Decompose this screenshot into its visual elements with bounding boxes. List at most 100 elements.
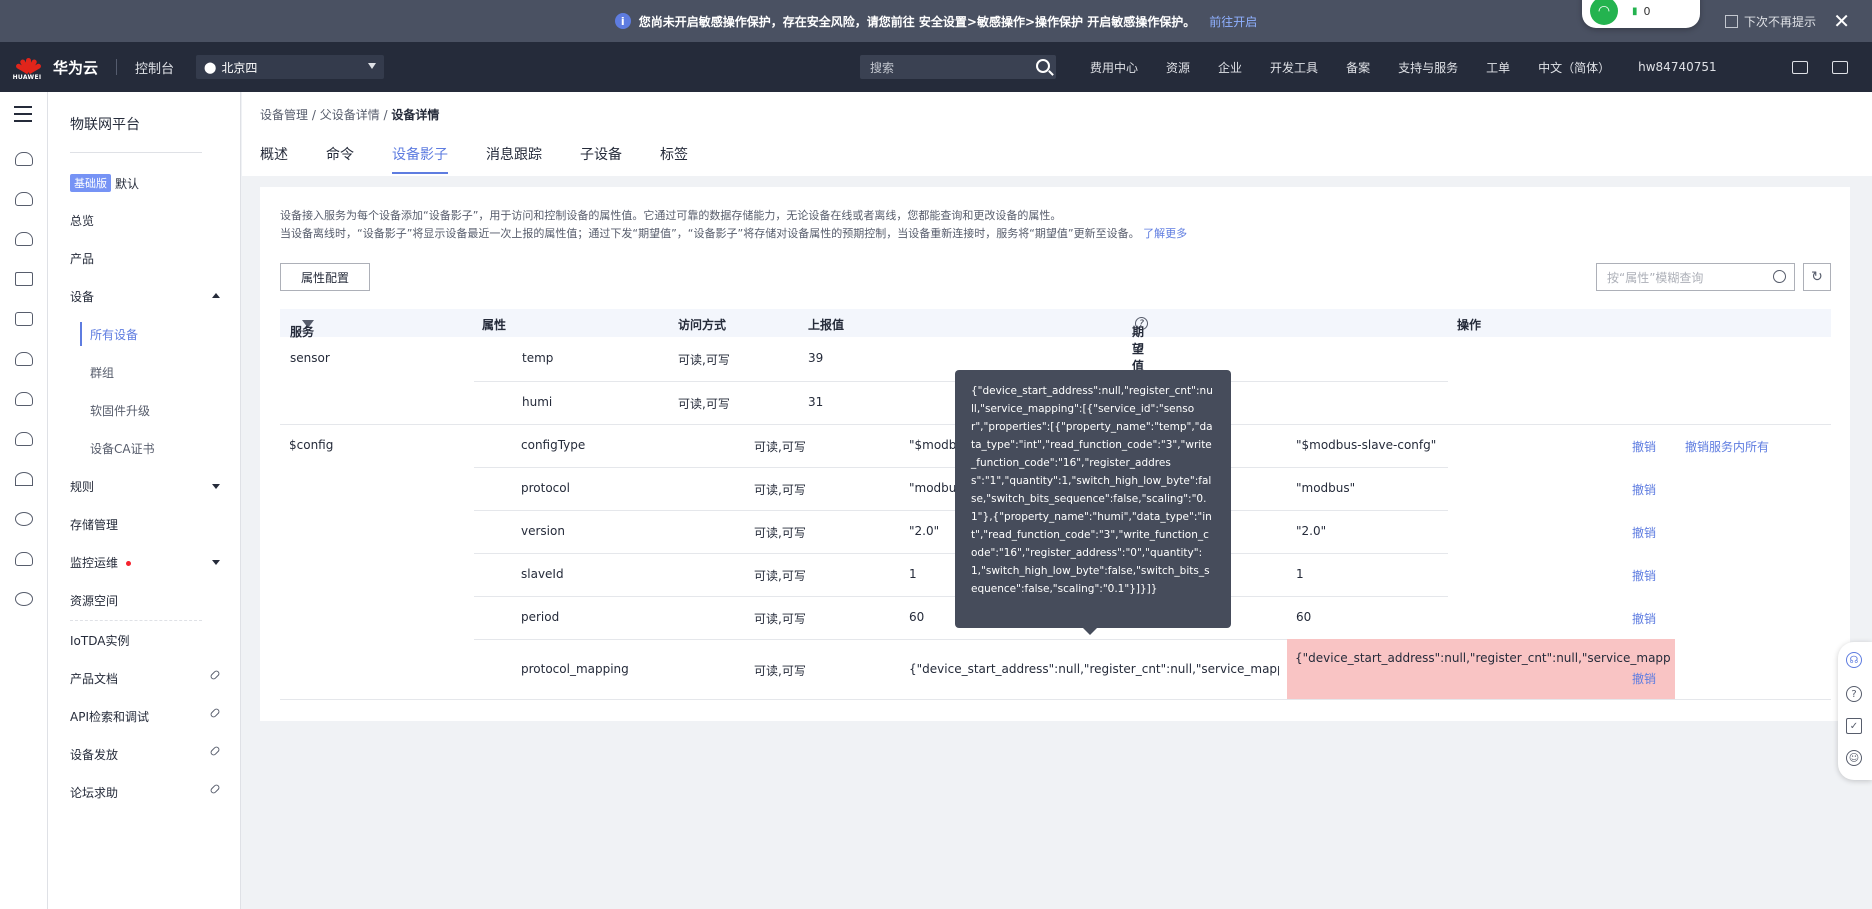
edition-name: 默认 <box>115 176 140 191</box>
sidebar-item-product-doc[interactable]: 产品文档 <box>70 670 225 687</box>
chevron-up-icon[interactable] <box>212 293 220 298</box>
console-link[interactable]: 控制台 <box>135 58 174 77</box>
cloud-network-icon[interactable] <box>15 392 33 406</box>
cloud-service-icon[interactable] <box>15 152 33 166</box>
sidebar-item-device[interactable]: 设备 <box>70 288 225 305</box>
nav-link-billing[interactable]: 费用中心 <box>1090 59 1138 76</box>
nav-link-support[interactable]: 支持与服务 <box>1398 59 1458 76</box>
sidebar-item-iotda[interactable]: IoTDA实例 <box>70 632 225 649</box>
chevron-down-icon <box>368 63 377 69</box>
nav-link-resources[interactable]: 资源 <box>1166 59 1190 76</box>
sidebar-item-forum[interactable]: 论坛求助 <box>70 784 225 801</box>
nav-link-ticket[interactable]: 工单 <box>1486 59 1510 76</box>
huawei-logo[interactable]: HUAWEI <box>9 49 45 85</box>
search-icon[interactable] <box>1036 59 1050 73</box>
description-line-2: 当设备离线时，“设备影子”将显示设备最近一次上报的属性值；通过下发“期望值”，“… <box>280 225 1187 243</box>
col-property: 属性 <box>482 318 507 332</box>
cloud-server-icon[interactable] <box>15 192 33 206</box>
refresh-icon: ↻ <box>1811 269 1823 285</box>
top-nav-icons <box>1792 42 1872 92</box>
network-status-widget[interactable]: ◠ ▮ 0 <box>1582 0 1700 28</box>
sidebar-item-firmware[interactable]: 软固件升级 <box>90 402 245 419</box>
sidebar-item-provision[interactable]: 设备发放 <box>70 746 225 763</box>
reported-value-tooltip: {"device_start_address":null,"register_c… <box>955 370 1231 635</box>
breadcrumb-parent-device[interactable]: 父设备详情 <box>320 108 380 122</box>
enable-protection-link[interactable]: 前往开启 <box>1209 13 1257 30</box>
brand-name[interactable]: 华为云 <box>53 57 98 78</box>
cloud-icon[interactable] <box>15 352 33 366</box>
property-config-button[interactable]: 属性配置 <box>280 263 370 291</box>
revoke-button[interactable]: 撤销 <box>1632 481 1656 498</box>
breadcrumb-device-management[interactable]: 设备管理 <box>260 108 308 122</box>
table-cell-desired: "modbus" <box>1296 481 1356 495</box>
edition-selector[interactable]: 基础版 默认 <box>70 174 139 192</box>
iot-sidebar: 物联网平台 基础版 默认 总览 产品 设备 所有设备 群组 软固件升级 设备CA… <box>48 92 241 909</box>
cloud-storage-icon[interactable] <box>15 432 33 446</box>
monitor-icon[interactable] <box>15 272 33 286</box>
cloud-shell-icon[interactable] <box>1792 60 1808 74</box>
ip-icon[interactable] <box>15 512 33 526</box>
tab-command[interactable]: 命令 <box>326 144 354 174</box>
sidebar-item-group[interactable]: 群组 <box>90 364 245 381</box>
search-icon[interactable] <box>1773 270 1786 283</box>
feedback-icon[interactable]: ✓ <box>1846 718 1862 734</box>
nav-link-filing[interactable]: 备案 <box>1346 59 1370 76</box>
search-placeholder: 搜索 <box>870 60 895 75</box>
nav-link-enterprise[interactable]: 企业 <box>1218 59 1242 76</box>
dont-show-checkbox[interactable] <box>1724 15 1738 28</box>
sidebar-item-resource-space[interactable]: 资源空间 <box>70 592 225 609</box>
revoke-all-button[interactable]: 撤销服务内所有 <box>1685 438 1769 455</box>
table-cell-reported: "2.0" <box>909 524 940 538</box>
shadow-description: 设备接入服务为每个设备添加“设备影子”，用于访问和控制设备的属性值。它通过可靠的… <box>280 207 1187 243</box>
nav-link-language[interactable]: 中文（简体） <box>1538 59 1610 76</box>
anchor-icon[interactable] <box>15 472 33 486</box>
chevron-down-icon[interactable] <box>212 560 220 565</box>
property-filter-input[interactable]: 按“属性”模糊查询 <box>1596 263 1795 291</box>
tab-overview[interactable]: 概述 <box>260 144 288 174</box>
sidebar-item-product[interactable]: 产品 <box>70 250 225 267</box>
sidebar-item-overview[interactable]: 总览 <box>70 212 225 229</box>
tab-sub-device[interactable]: 子设备 <box>580 144 622 174</box>
tab-tags[interactable]: 标签 <box>660 144 688 174</box>
table-cell-access: 可读,可写 <box>754 612 806 626</box>
revoke-button[interactable]: 撤销 <box>1632 438 1656 455</box>
tab-message-trace[interactable]: 消息跟踪 <box>486 144 542 174</box>
dont-show-again[interactable]: 下次不再提示 <box>1724 13 1816 30</box>
chevron-down-icon[interactable] <box>212 484 220 489</box>
nav-link-account[interactable]: hw84740751 <box>1638 60 1717 74</box>
database-icon[interactable] <box>15 232 33 246</box>
revoke-button[interactable]: 撤销 <box>1632 524 1656 541</box>
sidebar-item-storage[interactable]: 存储管理 <box>70 516 225 533</box>
revoke-button[interactable]: 撤销 <box>1632 610 1656 627</box>
sidebar-item-monitor[interactable]: 监控运维 <box>70 554 225 571</box>
customer-service-icon[interactable]: ☊ <box>1846 652 1862 668</box>
menu-icon[interactable] <box>14 106 32 127</box>
sidebar-item-all-devices[interactable]: 所有设备 <box>90 326 245 343</box>
learn-more-link[interactable]: 了解更多 <box>1143 227 1187 240</box>
sidebar-item-ca-cert[interactable]: 设备CA证书 <box>90 440 245 457</box>
cluster-icon[interactable] <box>15 552 33 566</box>
nav-link-devtools[interactable]: 开发工具 <box>1270 59 1318 76</box>
globe-icon[interactable] <box>15 592 33 606</box>
sidebar-item-rules[interactable]: 规则 <box>70 478 225 495</box>
phone-icon[interactable] <box>15 312 33 326</box>
breadcrumb: 设备管理 / 父设备详情 / 设备详情 <box>260 108 440 122</box>
region-selector[interactable]: ⬤ 北京四 <box>196 55 385 79</box>
help-icon[interactable]: ? <box>1846 686 1862 702</box>
table-cell-reported[interactable]: {"device_start_address":null,"register_c… <box>909 662 1279 676</box>
global-search-input[interactable]: 搜索 <box>860 55 1056 79</box>
mail-icon[interactable] <box>1832 60 1848 74</box>
sidebar-item-api[interactable]: API检索和调试 <box>70 708 225 725</box>
col-service: 服务 <box>290 316 314 339</box>
tab-device-shadow[interactable]: 设备影子 <box>392 144 448 174</box>
revoke-button[interactable]: 撤销 <box>1632 567 1656 584</box>
smile-icon[interactable]: ☺ <box>1846 750 1862 766</box>
revoke-button[interactable]: 撤销 <box>1632 670 1656 687</box>
table-cell-access: 可读,可写 <box>754 483 806 497</box>
table-cell-property: protocol <box>521 481 570 495</box>
refresh-button[interactable]: ↻ <box>1803 263 1831 291</box>
col-reported: 上报值 <box>808 318 845 332</box>
table-cell-property: temp <box>522 351 554 365</box>
close-icon[interactable]: ✕ <box>1833 9 1850 33</box>
table-cell-service: $config <box>289 438 334 452</box>
